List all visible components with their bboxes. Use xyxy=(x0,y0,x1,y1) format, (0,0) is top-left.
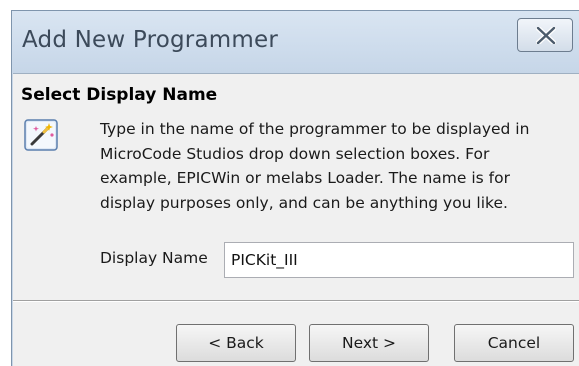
description-line: Type in the name of the programmer to be… xyxy=(100,120,530,138)
display-name-input[interactable] xyxy=(224,242,574,278)
wizard-wand-icon xyxy=(23,118,59,152)
background xyxy=(0,0,11,366)
close-icon xyxy=(536,27,556,44)
description-line: display purposes only, and can be anythi… xyxy=(100,193,508,212)
section-title: Select Display Name xyxy=(21,85,218,105)
close-button[interactable] xyxy=(517,18,573,52)
description-text: Type in the name of the programmer to be… xyxy=(100,117,570,215)
display-name-label: Display Name xyxy=(100,249,208,267)
cancel-button[interactable]: Cancel xyxy=(454,324,574,362)
next-button[interactable]: Next > xyxy=(309,324,429,362)
description-line: MicroCode Studios drop down selection bo… xyxy=(100,144,490,163)
button-separator xyxy=(13,300,579,302)
dialog-body: Select Display Name Type in the name of … xyxy=(13,73,579,366)
back-button[interactable]: < Back xyxy=(176,324,296,362)
title-bar: Add New Programmer xyxy=(12,11,579,73)
window-title: Add New Programmer xyxy=(22,27,278,53)
description-line: example, EPICWin or melabs Loader. The n… xyxy=(100,169,510,187)
dialog-window: Add New Programmer Select Display Name T… xyxy=(11,10,579,366)
